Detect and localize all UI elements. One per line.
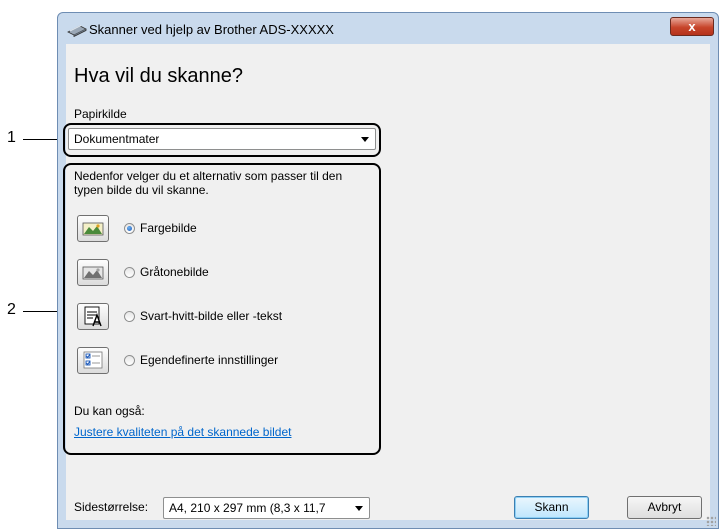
resize-grip-icon[interactable] bbox=[706, 516, 716, 526]
custom-settings-button[interactable] bbox=[77, 347, 109, 374]
also-label: Du kan også: bbox=[74, 404, 145, 418]
close-button[interactable]: x bbox=[670, 17, 714, 36]
black-white-text-button[interactable] bbox=[77, 303, 109, 330]
page-size-dropdown[interactable]: A4, 210 x 297 mm (8,3 x 11,7 bbox=[163, 497, 370, 519]
grayscale-picture-button[interactable] bbox=[77, 259, 109, 286]
close-icon: x bbox=[688, 19, 696, 34]
color-picture-radio[interactable] bbox=[124, 223, 135, 234]
color-picture-button[interactable] bbox=[77, 215, 109, 242]
black-white-text-radio[interactable] bbox=[124, 311, 135, 322]
page-size-value: A4, 210 x 297 mm (8,3 x 11,7 bbox=[169, 501, 326, 515]
color-picture-label[interactable]: Fargebilde bbox=[140, 221, 197, 235]
chevron-down-icon bbox=[355, 506, 363, 511]
grayscale-picture-label[interactable]: Gråtonebilde bbox=[140, 265, 209, 279]
scanner-icon bbox=[67, 25, 87, 37]
chevron-down-icon bbox=[361, 137, 369, 142]
custom-settings-radio[interactable] bbox=[124, 355, 135, 366]
title-bar[interactable]: Skanner ved hjelp av Brother ADS-XXXXX x bbox=[58, 13, 718, 45]
custom-settings-label[interactable]: Egendefinerte innstillinger bbox=[140, 353, 278, 367]
paper-source-label: Papirkilde bbox=[74, 107, 127, 121]
paper-source-value: Dokumentmater bbox=[74, 132, 160, 146]
page-size-label: Sidestørrelse: bbox=[74, 500, 149, 514]
black-white-text-label[interactable]: Svart-hvitt-bilde eller -tekst bbox=[140, 309, 282, 323]
callout-1-number: 1 bbox=[7, 129, 16, 146]
scan-button[interactable]: Skann bbox=[514, 496, 589, 519]
black-white-text-icon bbox=[84, 306, 102, 327]
cancel-button[interactable]: Avbryt bbox=[627, 496, 702, 519]
custom-settings-icon bbox=[83, 351, 103, 369]
scanner-window: Skanner ved hjelp av Brother ADS-XXXXX x… bbox=[57, 12, 719, 529]
dialog-content: Hva vil du skanne? Papirkilde Dokumentma… bbox=[63, 44, 710, 520]
grayscale-picture-radio[interactable] bbox=[124, 267, 135, 278]
page-title: Hva vil du skanne? bbox=[74, 65, 243, 87]
adjust-quality-link[interactable]: Justere kvaliteten på det skannede bilde… bbox=[74, 425, 291, 439]
color-picture-icon bbox=[82, 222, 104, 236]
grayscale-picture-icon bbox=[82, 266, 104, 280]
paper-source-dropdown[interactable]: Dokumentmater bbox=[68, 128, 376, 150]
callout-1-line bbox=[23, 139, 58, 140]
window-title: Skanner ved hjelp av Brother ADS-XXXXX bbox=[89, 22, 334, 37]
callout-2-line bbox=[23, 311, 58, 312]
description-text: Nedenfor velger du et alternativ som pas… bbox=[74, 169, 343, 197]
callout-2-number: 2 bbox=[7, 301, 16, 318]
